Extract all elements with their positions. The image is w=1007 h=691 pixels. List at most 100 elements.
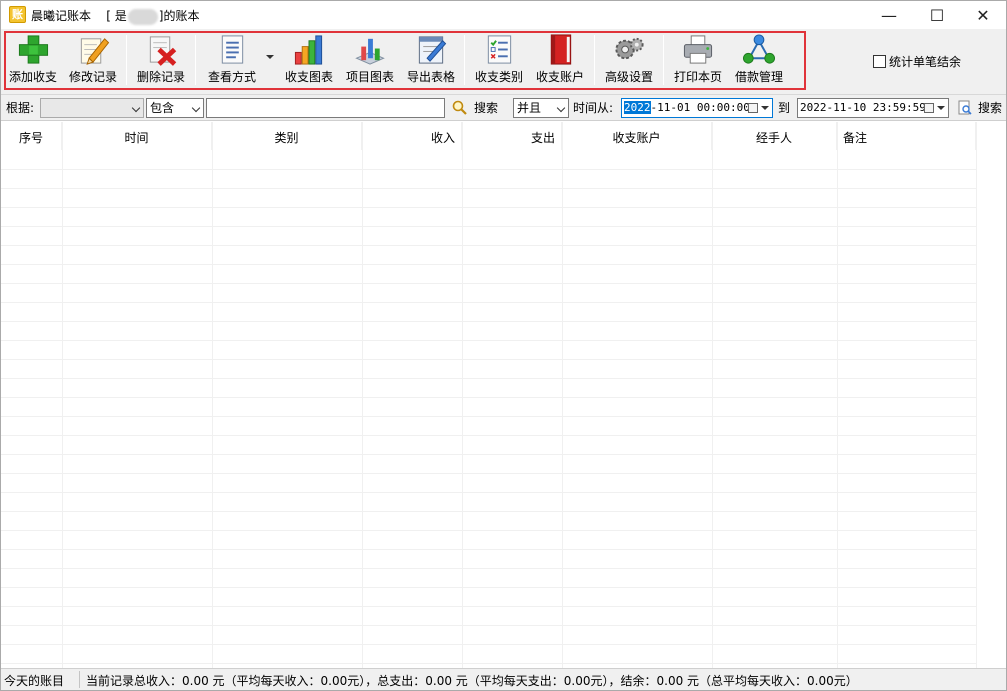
accounts-button[interactable]: 收支账户 [534, 33, 586, 85]
table-row [1, 663, 976, 664]
column-header-category[interactable]: 类别 [212, 122, 362, 150]
status-today-label[interactable]: 今天的账目 [4, 672, 64, 689]
column-header-account[interactable]: 收支账户 [562, 122, 712, 150]
toolbar: 添加收支 修改记录 删除记录 查看方式 收支图表 项目图表 导出表格 收支类别 … [1, 29, 1006, 95]
column-header-expense[interactable]: 支出 [462, 122, 562, 150]
table-right-gutter [976, 122, 1006, 668]
status-summary: 当前记录总收入：0.00 元（平均每天收入：0.00元），总支出：0.00 元（… [86, 674, 858, 688]
filter-bar: 根据: 包含 搜索 并且 时间从: 2022-11-01 00:00:00 到 … [1, 95, 1006, 121]
add-income-expense-button[interactable]: 添加收支 [7, 33, 59, 85]
chevron-down-icon [191, 103, 201, 113]
view-mode-dropdown-arrow-icon[interactable] [266, 55, 274, 59]
column-divider [362, 122, 363, 668]
edit-pencil-icon [80, 38, 110, 65]
table-row [1, 549, 976, 550]
app-logo-icon: 账 [9, 6, 26, 23]
gears-icon [615, 37, 644, 60]
advanced-settings-button[interactable]: 高级设置 [603, 33, 655, 85]
table-row [1, 264, 976, 265]
column-header-index[interactable]: 序号 [1, 122, 62, 150]
date-from-picker[interactable]: 2022-11-01 00:00:00 [621, 98, 773, 118]
match-mode-value: 包含 [150, 101, 175, 115]
categories-button[interactable]: 收支类别 [473, 33, 525, 85]
column-header-income[interactable]: 收入 [362, 122, 462, 150]
item-chart-label: 项目图表 [345, 70, 394, 84]
search-document-icon[interactable] [958, 100, 973, 116]
green-plus-icon [18, 35, 49, 64]
export-table-button[interactable]: 导出表格 [405, 33, 457, 85]
column-divider [212, 122, 213, 668]
toolbar-separator [195, 35, 196, 85]
close-button[interactable]: ✕ [960, 1, 1006, 29]
checklist-icon [487, 35, 512, 64]
calendar-icon[interactable] [924, 103, 934, 113]
toolbar-separator [594, 35, 595, 85]
column-header-notes[interactable]: 备注 [837, 122, 976, 150]
item-chart-button[interactable]: 项目图表 [344, 33, 396, 85]
loan-management-button[interactable]: 借款管理 [733, 33, 785, 85]
search-icon[interactable] [452, 100, 468, 116]
table-row [1, 359, 976, 360]
network-icon [742, 34, 776, 64]
title-prefix: [ 是 [106, 9, 127, 23]
toolbar-separator [126, 35, 127, 85]
logic-value: 并且 [517, 101, 542, 115]
window-title: 晨曦记账本 [ 是]的账本 [31, 7, 199, 25]
income-expense-chart-label: 收支图表 [284, 70, 333, 84]
3d-bar-chart-icon [355, 38, 385, 65]
accounts-label: 收支账户 [535, 70, 584, 84]
export-table-label: 导出表格 [406, 70, 455, 84]
print-page-button[interactable]: 打印本页 [672, 33, 724, 85]
keyword-input[interactable] [206, 98, 445, 118]
toolbar-separator [663, 35, 664, 85]
app-name: 晨曦记账本 [31, 9, 92, 23]
table-row [1, 492, 976, 493]
records-table[interactable]: 序号 时间 类别 收入 支出 收支账户 经手人 备注 [1, 122, 1006, 668]
maximize-button[interactable]: ☐ [914, 1, 960, 29]
view-mode-label: 查看方式 [207, 70, 256, 84]
match-mode-select[interactable]: 包含 [146, 98, 204, 118]
table-row [1, 283, 976, 284]
printer-icon [683, 35, 713, 64]
delete-record-label: 删除记录 [136, 70, 185, 84]
calendar-icon[interactable] [748, 103, 758, 113]
search-button-2-label[interactable]: 搜索 [978, 98, 1002, 118]
table-row [1, 625, 976, 626]
minimize-button[interactable]: — [866, 1, 912, 29]
time-from-label: 时间从: [573, 101, 614, 115]
stat-single-settlement-checkbox[interactable]: 统计单笔结余 [873, 53, 961, 70]
table-row [1, 606, 976, 607]
filter-by-label: 根据: [6, 101, 35, 115]
table-row [1, 454, 976, 455]
column-divider [462, 122, 463, 668]
categories-label: 收支类别 [474, 70, 523, 84]
table-row [1, 321, 976, 322]
filter-field-select[interactable] [40, 98, 144, 118]
income-expense-chart-button[interactable]: 收支图表 [283, 33, 335, 85]
chevron-down-icon[interactable] [761, 106, 769, 110]
table-row [1, 416, 976, 417]
delete-record-button[interactable]: 删除记录 [135, 33, 187, 85]
print-page-label: 打印本页 [673, 70, 722, 84]
checkbox-box[interactable] [873, 55, 886, 68]
red-book-icon [550, 34, 572, 65]
table-row [1, 435, 976, 436]
chevron-down-icon [131, 103, 141, 113]
chevron-down-icon[interactable] [937, 106, 945, 110]
logic-select[interactable]: 并且 [513, 98, 569, 118]
edit-record-button[interactable]: 修改记录 [67, 33, 119, 85]
search-button-label[interactable]: 搜索 [474, 98, 498, 118]
view-mode-button[interactable]: 查看方式 [205, 33, 259, 85]
advanced-settings-label: 高级设置 [604, 70, 653, 84]
delete-icon [149, 36, 177, 66]
date-from-selected-text: 2022 [624, 101, 651, 114]
table-body [1, 122, 976, 668]
status-bar: 今天的账目 当前记录总收入：0.00 元（平均每天收入：0.00元），总支出：0… [1, 668, 1006, 690]
table-row [1, 473, 976, 474]
date-to-picker[interactable]: 2022-11-10 23:59:59 [797, 98, 949, 118]
column-header-time[interactable]: 时间 [62, 122, 212, 150]
table-row [1, 644, 976, 645]
table-row [1, 587, 976, 588]
column-header-handler[interactable]: 经手人 [712, 122, 837, 150]
column-divider [837, 122, 838, 668]
